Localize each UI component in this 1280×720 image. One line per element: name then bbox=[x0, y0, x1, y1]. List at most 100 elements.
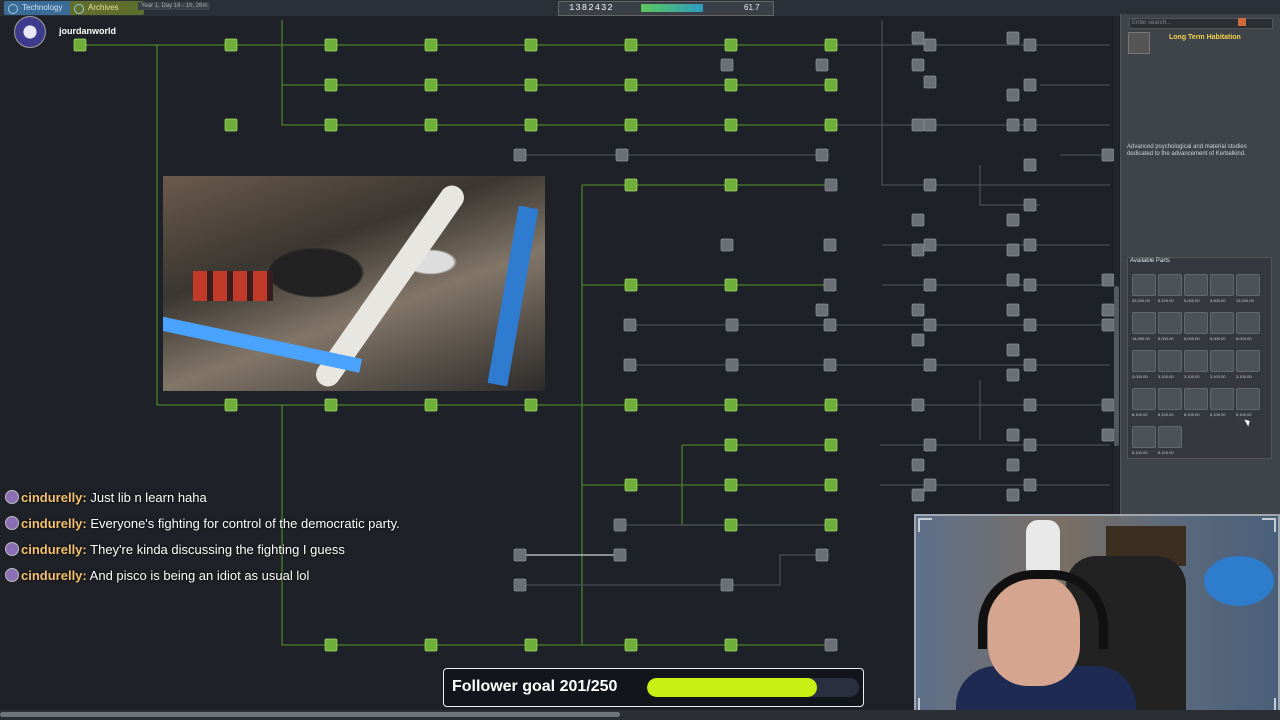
tech-node[interactable] bbox=[513, 548, 527, 562]
tech-node[interactable] bbox=[724, 38, 738, 52]
tech-node[interactable] bbox=[1023, 238, 1037, 252]
tech-node[interactable] bbox=[911, 333, 925, 347]
search-clear-button[interactable] bbox=[1238, 18, 1246, 26]
tech-node[interactable] bbox=[1023, 398, 1037, 412]
part-tile[interactable] bbox=[1184, 350, 1208, 372]
tech-node[interactable] bbox=[1023, 278, 1037, 292]
tech-node[interactable] bbox=[824, 638, 838, 652]
tech-node[interactable] bbox=[1006, 243, 1020, 257]
part-tile[interactable] bbox=[1210, 274, 1234, 296]
tech-node[interactable] bbox=[824, 78, 838, 92]
tech-node[interactable] bbox=[720, 58, 734, 72]
tech-node[interactable] bbox=[1006, 458, 1020, 472]
tech-node[interactable] bbox=[1006, 31, 1020, 45]
tech-node[interactable] bbox=[324, 78, 338, 92]
tech-node[interactable] bbox=[1023, 38, 1037, 52]
tech-node[interactable] bbox=[724, 478, 738, 492]
tech-node[interactable] bbox=[923, 358, 937, 372]
tech-node[interactable] bbox=[1101, 273, 1115, 287]
part-tile[interactable] bbox=[1132, 312, 1156, 334]
tech-node[interactable] bbox=[824, 178, 838, 192]
tech-node[interactable] bbox=[720, 578, 734, 592]
tech-node[interactable] bbox=[1101, 318, 1115, 332]
part-tile[interactable] bbox=[1210, 312, 1234, 334]
tech-node[interactable] bbox=[624, 478, 638, 492]
tech-node[interactable] bbox=[923, 478, 937, 492]
part-search-input[interactable]: Enter search... bbox=[1129, 18, 1273, 29]
tech-node[interactable] bbox=[524, 638, 538, 652]
tech-node[interactable] bbox=[324, 38, 338, 52]
tech-node[interactable] bbox=[725, 318, 739, 332]
tech-node[interactable] bbox=[424, 398, 438, 412]
part-tile[interactable] bbox=[1132, 426, 1156, 448]
part-tile[interactable] bbox=[1236, 350, 1260, 372]
tech-node[interactable] bbox=[823, 358, 837, 372]
vertical-scroll-thumb[interactable] bbox=[1114, 286, 1119, 446]
tech-node[interactable] bbox=[911, 303, 925, 317]
tab-archives[interactable]: Archives bbox=[70, 1, 144, 15]
tech-node[interactable] bbox=[624, 118, 638, 132]
tech-node[interactable] bbox=[1101, 398, 1115, 412]
tech-node[interactable] bbox=[923, 75, 937, 89]
part-tile[interactable] bbox=[1184, 388, 1208, 410]
tech-node[interactable] bbox=[613, 548, 627, 562]
tech-node[interactable] bbox=[513, 148, 527, 162]
tech-node[interactable] bbox=[1006, 343, 1020, 357]
tech-node[interactable] bbox=[824, 478, 838, 492]
tech-node[interactable] bbox=[923, 238, 937, 252]
tech-node[interactable] bbox=[923, 178, 937, 192]
tech-node[interactable] bbox=[524, 38, 538, 52]
tree-horizontal-scrollbar[interactable] bbox=[0, 710, 1280, 720]
tech-node[interactable] bbox=[1023, 358, 1037, 372]
tech-node[interactable] bbox=[911, 31, 925, 45]
tech-node[interactable] bbox=[524, 398, 538, 412]
tech-node[interactable] bbox=[1101, 428, 1115, 442]
tech-node[interactable] bbox=[923, 118, 937, 132]
tech-node[interactable] bbox=[1006, 273, 1020, 287]
tech-node[interactable] bbox=[615, 148, 629, 162]
horizontal-scroll-thumb[interactable] bbox=[0, 712, 620, 717]
tech-node[interactable] bbox=[1023, 158, 1037, 172]
tech-node[interactable] bbox=[725, 358, 739, 372]
tech-node[interactable] bbox=[624, 398, 638, 412]
tech-node[interactable] bbox=[324, 638, 338, 652]
tech-node[interactable] bbox=[424, 78, 438, 92]
tech-node[interactable] bbox=[815, 548, 829, 562]
tech-node[interactable] bbox=[824, 518, 838, 532]
tech-node[interactable] bbox=[1006, 428, 1020, 442]
tech-node[interactable] bbox=[815, 58, 829, 72]
tech-node[interactable] bbox=[613, 518, 627, 532]
tech-node[interactable] bbox=[823, 238, 837, 252]
tech-node[interactable] bbox=[1023, 78, 1037, 92]
tech-node[interactable] bbox=[911, 488, 925, 502]
tech-node[interactable] bbox=[923, 318, 937, 332]
tech-node[interactable] bbox=[1101, 303, 1115, 317]
tech-node[interactable] bbox=[911, 458, 925, 472]
part-tile[interactable] bbox=[1158, 350, 1182, 372]
tech-node[interactable] bbox=[524, 118, 538, 132]
tech-node[interactable] bbox=[923, 438, 937, 452]
tech-node[interactable] bbox=[1023, 438, 1037, 452]
tech-node[interactable] bbox=[724, 398, 738, 412]
tech-node[interactable] bbox=[823, 318, 837, 332]
part-tile[interactable] bbox=[1132, 388, 1156, 410]
tech-node[interactable] bbox=[224, 398, 238, 412]
tech-node[interactable] bbox=[1023, 478, 1037, 492]
tech-node[interactable] bbox=[623, 318, 637, 332]
tech-node[interactable] bbox=[624, 78, 638, 92]
tech-node[interactable] bbox=[720, 238, 734, 252]
tech-node[interactable] bbox=[824, 398, 838, 412]
tech-node[interactable] bbox=[624, 178, 638, 192]
tech-node[interactable] bbox=[911, 213, 925, 227]
tech-node[interactable] bbox=[324, 398, 338, 412]
tech-node[interactable] bbox=[824, 438, 838, 452]
tech-node[interactable] bbox=[815, 303, 829, 317]
tech-node[interactable] bbox=[1023, 318, 1037, 332]
tech-node[interactable] bbox=[724, 438, 738, 452]
tech-node[interactable] bbox=[424, 638, 438, 652]
tech-node[interactable] bbox=[911, 118, 925, 132]
tech-node[interactable] bbox=[1006, 88, 1020, 102]
part-tile[interactable] bbox=[1132, 350, 1156, 372]
part-tile[interactable] bbox=[1236, 312, 1260, 334]
tech-node[interactable] bbox=[524, 78, 538, 92]
